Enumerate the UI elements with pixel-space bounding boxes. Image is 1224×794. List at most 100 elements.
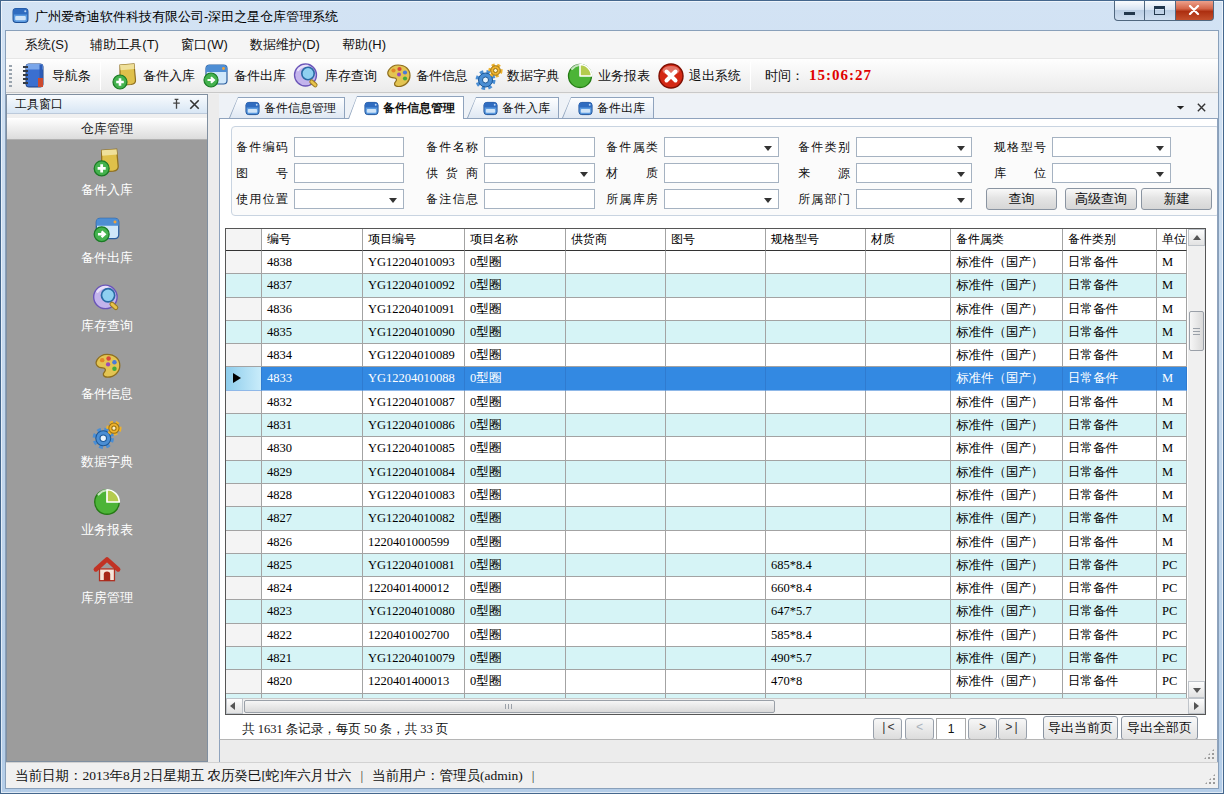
row-selector-cell[interactable] — [226, 670, 262, 693]
menu-item[interactable]: 辅助工具(T) — [79, 32, 170, 57]
sidebar-item-report[interactable]: 业务报表 — [7, 486, 207, 554]
toolbar-button-data-dict[interactable]: 数据字典 — [471, 60, 562, 92]
scroll-down-button[interactable] — [1188, 681, 1205, 698]
splitter[interactable] — [208, 94, 219, 762]
field-input[interactable] — [484, 189, 595, 209]
table-row[interactable]: 4832YG122040100870型圈标准件（国产）日常备件M — [226, 391, 1188, 414]
sidebar-item-parts-info[interactable]: 备件信息 — [7, 350, 207, 418]
toolbar-button-parts-info[interactable]: 备件信息 — [380, 60, 471, 92]
page-number-box[interactable]: 1 — [936, 718, 966, 739]
sidebar-item-warehouse[interactable]: 库房管理 — [7, 554, 207, 622]
horizontal-scroll-thumb[interactable] — [244, 700, 775, 713]
export-current-page-button[interactable]: 导出当前页 — [1043, 716, 1118, 739]
row-selector-cell[interactable] — [226, 344, 262, 367]
table-row[interactable]: 4829YG122040100840型圈标准件（国产）日常备件M — [226, 461, 1188, 484]
vertical-scrollbar[interactable] — [1188, 229, 1205, 698]
sidebar-item-parts-in[interactable]: 备件入库 — [7, 146, 207, 214]
toolbar-button-stock-query[interactable]: 库存查询 — [289, 60, 380, 92]
field-select[interactable] — [856, 189, 972, 209]
table-row[interactable]: 4836YG122040100910型圈标准件（国产）日常备件M — [226, 298, 1188, 321]
sidebar-item-stock-query[interactable]: 库存查询 — [7, 282, 207, 350]
grid-header-7[interactable]: 备件属类 — [951, 229, 1063, 251]
minimize-button[interactable] — [1114, 1, 1145, 21]
titlebar[interactable]: 广州爱奇迪软件科技有限公司-深田之星仓库管理系统 — [1, 1, 1223, 30]
first-page-button[interactable]: |< — [873, 718, 902, 739]
row-selector-cell[interactable] — [226, 367, 262, 390]
table-row[interactable]: 4827YG122040100820型圈标准件（国产）日常备件M — [226, 507, 1188, 530]
tab-3[interactable]: 备件出库 — [562, 97, 654, 118]
grid-header-9[interactable]: 单位 — [1157, 229, 1187, 251]
table-row[interactable]: 4831YG122040100860型圈标准件（国产）日常备件M — [226, 414, 1188, 437]
row-selector-cell[interactable] — [226, 624, 262, 647]
row-selector-cell[interactable] — [226, 600, 262, 623]
grid-header-1[interactable]: 项目编号 — [363, 229, 465, 251]
table-row[interactable]: 4838YG122040100930型圈标准件（国产）日常备件M — [226, 251, 1188, 274]
tab-1[interactable]: 备件信息管理 — [348, 96, 464, 119]
sidebar-item-data-dict[interactable]: 数据字典 — [7, 418, 207, 486]
next-page-button[interactable]: > — [968, 718, 997, 739]
table-row[interactable]: 4828YG122040100830型圈标准件（国产）日常备件M — [226, 484, 1188, 507]
row-selector-cell[interactable] — [226, 391, 262, 414]
grid-header-8[interactable]: 备件类别 — [1063, 229, 1157, 251]
last-page-button[interactable]: >| — [998, 718, 1027, 739]
export-all-pages-button[interactable]: 导出全部页 — [1121, 716, 1198, 739]
new-button[interactable]: 新建 — [1141, 188, 1212, 210]
table-row[interactable]: 482012204014000130型圈470*8标准件（国产）日常备件PC — [226, 670, 1188, 693]
scroll-right-button[interactable] — [1188, 698, 1205, 714]
toolbar-button-report[interactable]: 业务报表 — [562, 60, 653, 92]
row-selector-cell[interactable] — [226, 484, 262, 507]
field-select[interactable] — [664, 189, 779, 209]
x-icon[interactable] — [1195, 101, 1208, 114]
field-input[interactable] — [664, 163, 779, 183]
row-selector-cell[interactable] — [226, 577, 262, 600]
menu-item[interactable]: 数据维护(D) — [239, 32, 331, 57]
table-row[interactable]: 4823YG122040100800型圈647*5.7标准件（国产）日常备件PC — [226, 600, 1188, 623]
horizontal-scrollbar[interactable] — [226, 698, 1205, 714]
table-row[interactable]: 4821YG122040100790型圈490*5.7标准件（国产）日常备件PC — [226, 647, 1188, 670]
menu-item[interactable]: 系统(S) — [14, 32, 79, 57]
field-select[interactable] — [1052, 137, 1171, 157]
close-panel-icon[interactable] — [187, 97, 202, 112]
toolbar-button-exit[interactable]: 退出系统 — [653, 60, 744, 92]
row-selector-cell[interactable] — [226, 414, 262, 437]
grid-header-2[interactable]: 项目名称 — [465, 229, 566, 251]
row-selector-cell[interactable] — [226, 507, 262, 530]
row-selector-cell[interactable] — [226, 647, 262, 670]
maximize-button[interactable] — [1145, 1, 1176, 21]
field-select[interactable] — [664, 137, 779, 157]
table-row[interactable]: 4834YG122040100890型圈标准件（国产）日常备件M — [226, 344, 1188, 367]
row-selector-cell[interactable] — [226, 531, 262, 554]
field-select[interactable] — [856, 163, 972, 183]
table-row[interactable]: 482612204010005990型圈标准件（国产）日常备件M — [226, 531, 1188, 554]
table-row[interactable]: 4835YG122040100900型圈标准件（国产）日常备件M — [226, 321, 1188, 344]
toolbar-grip[interactable] — [9, 65, 12, 87]
close-button[interactable] — [1176, 1, 1214, 21]
prev-page-button[interactable]: < — [905, 718, 934, 739]
table-row[interactable]: 482412204014000120型圈660*8.4标准件（国产）日常备件PC — [226, 577, 1188, 600]
pin-icon[interactable] — [169, 97, 184, 112]
menu-item[interactable]: 窗口(W) — [170, 32, 239, 57]
toolbar-button-parts-in[interactable]: 备件入库 — [107, 60, 198, 92]
row-selector-cell[interactable] — [226, 251, 262, 274]
toolbar-button-parts-out[interactable]: 备件出库 — [198, 60, 289, 92]
tab-0[interactable]: 备件信息管理 — [229, 97, 345, 118]
table-row[interactable]: 4837YG122040100920型圈标准件（国产）日常备件M — [226, 274, 1188, 297]
query-button[interactable]: 查询 — [986, 188, 1057, 210]
scroll-left-button[interactable] — [226, 698, 243, 714]
row-selector-cell[interactable] — [226, 437, 262, 460]
field-select[interactable] — [1052, 163, 1171, 183]
field-input[interactable] — [294, 137, 404, 157]
row-selector-cell[interactable] — [226, 274, 262, 297]
grid-header-5[interactable]: 规格型号 — [766, 229, 866, 251]
field-select[interactable] — [294, 189, 404, 209]
grid-header-6[interactable]: 材质 — [866, 229, 951, 251]
toolbar-button-navigator[interactable]: 导航条 — [16, 60, 94, 92]
field-select[interactable] — [484, 163, 595, 183]
table-row[interactable]: 4830YG122040100850型圈标准件（国产）日常备件M — [226, 437, 1188, 460]
row-selector-cell[interactable] — [226, 554, 262, 577]
sidebar-item-parts-out[interactable]: 备件出库 — [7, 214, 207, 282]
row-selector-cell[interactable] — [226, 461, 262, 484]
scroll-up-button[interactable] — [1188, 229, 1205, 246]
field-input[interactable] — [484, 137, 595, 157]
grid-header-3[interactable]: 供货商 — [566, 229, 666, 251]
